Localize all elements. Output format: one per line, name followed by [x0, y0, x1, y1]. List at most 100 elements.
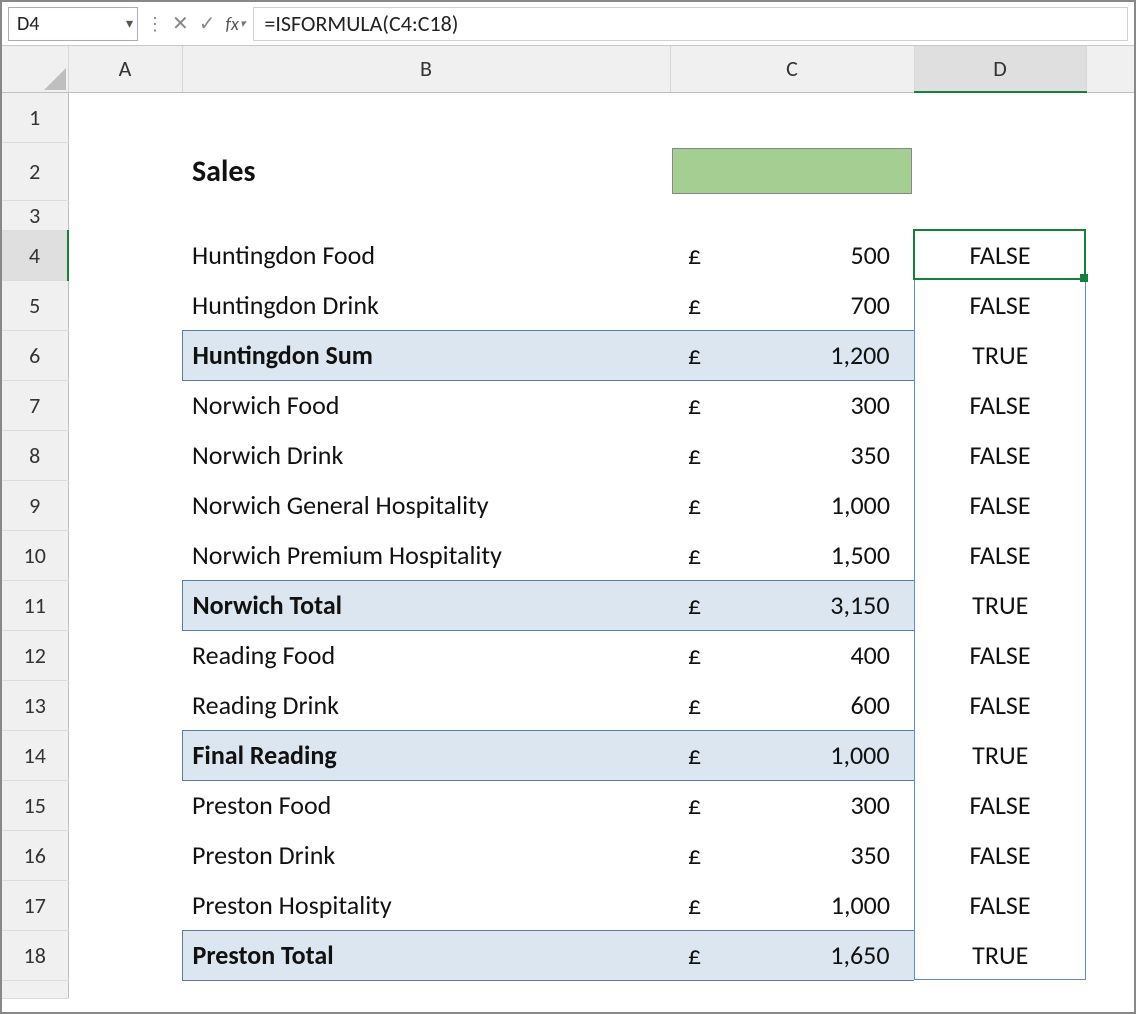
- row-header[interactable]: [2, 980, 68, 998]
- cell-c1[interactable]: [670, 92, 914, 142]
- cell-a4[interactable]: [68, 230, 182, 280]
- row-header[interactable]: 4: [2, 230, 68, 280]
- cell-b5[interactable]: Huntingdon Drink: [182, 280, 670, 330]
- cell-d9[interactable]: FALSE: [914, 480, 1086, 530]
- cell-a3[interactable]: [68, 200, 182, 230]
- cell-d15[interactable]: FALSE: [914, 780, 1086, 830]
- cell-c5[interactable]: £700: [670, 280, 914, 330]
- row-header[interactable]: 18: [2, 930, 68, 980]
- cell-c16[interactable]: £350: [670, 830, 914, 880]
- cell-a11[interactable]: [68, 580, 182, 630]
- cell-a1[interactable]: [68, 92, 182, 142]
- row-header[interactable]: 17: [2, 880, 68, 930]
- cell-d2[interactable]: [914, 142, 1086, 200]
- select-all-cell[interactable]: [2, 46, 68, 92]
- cell-a15[interactable]: [68, 780, 182, 830]
- row-header[interactable]: 13: [2, 680, 68, 730]
- cell-a8[interactable]: [68, 430, 182, 480]
- cell-a18[interactable]: [68, 930, 182, 980]
- cell-d13[interactable]: FALSE: [914, 680, 1086, 730]
- fx-icon[interactable]: fx▾: [224, 13, 248, 35]
- cell-c12[interactable]: £400: [670, 630, 914, 680]
- cell-b9[interactable]: Norwich General Hospitality: [182, 480, 670, 530]
- cell-b14[interactable]: Final Reading: [182, 730, 670, 780]
- cell-d7[interactable]: FALSE: [914, 380, 1086, 430]
- row-header[interactable]: 10: [2, 530, 68, 580]
- cell-b3[interactable]: [182, 200, 670, 230]
- row-header[interactable]: 2: [2, 142, 68, 200]
- row-header[interactable]: 12: [2, 630, 68, 680]
- row-header[interactable]: 1: [2, 92, 68, 142]
- cell-d14[interactable]: TRUE: [914, 730, 1086, 780]
- cell-b10[interactable]: Norwich Premium Hospitality: [182, 530, 670, 580]
- cell-a6[interactable]: [68, 330, 182, 380]
- cancel-icon[interactable]: ✕: [170, 11, 191, 36]
- row-header[interactable]: 9: [2, 480, 68, 530]
- cell-a13[interactable]: [68, 680, 182, 730]
- cell-d11[interactable]: TRUE: [914, 580, 1086, 630]
- row-header[interactable]: 11: [2, 580, 68, 630]
- cell-b2[interactable]: Sales: [182, 142, 670, 200]
- cell-d6[interactable]: TRUE: [914, 330, 1086, 380]
- cell-b16[interactable]: Preston Drink: [182, 830, 670, 880]
- cell-b1[interactable]: [182, 92, 670, 142]
- cell-c4[interactable]: £500: [670, 230, 914, 280]
- cell-a9[interactable]: [68, 480, 182, 530]
- resize-handle-icon[interactable]: ⋮: [144, 13, 164, 35]
- name-box[interactable]: D4 ▾: [8, 7, 138, 41]
- col-header-a[interactable]: A: [68, 46, 182, 92]
- cell-d1[interactable]: [914, 92, 1086, 142]
- row-header[interactable]: 7: [2, 380, 68, 430]
- cell-b13[interactable]: Reading Drink: [182, 680, 670, 730]
- cell-d4[interactable]: FALSE: [914, 230, 1086, 280]
- cell-b8[interactable]: Norwich Drink: [182, 430, 670, 480]
- cell-b7[interactable]: Norwich Food: [182, 380, 670, 430]
- cell-c13[interactable]: £600: [670, 680, 914, 730]
- cell-a14[interactable]: [68, 730, 182, 780]
- enter-icon[interactable]: ✓: [197, 11, 218, 36]
- cell-c9[interactable]: £1,000: [670, 480, 914, 530]
- cell-c17[interactable]: £1,000: [670, 880, 914, 930]
- cell-c18[interactable]: £1,650: [670, 930, 914, 980]
- row-header[interactable]: 16: [2, 830, 68, 880]
- cell-a12[interactable]: [68, 630, 182, 680]
- col-header-b[interactable]: B: [182, 46, 670, 92]
- cell-a10[interactable]: [68, 530, 182, 580]
- row-header[interactable]: 3: [2, 200, 68, 230]
- row-header[interactable]: 14: [2, 730, 68, 780]
- cell-d3[interactable]: [914, 200, 1086, 230]
- cell-d10[interactable]: FALSE: [914, 530, 1086, 580]
- cell-c15[interactable]: £300: [670, 780, 914, 830]
- row-header[interactable]: 8: [2, 430, 68, 480]
- cell-b15[interactable]: Preston Food: [182, 780, 670, 830]
- cell-d12[interactable]: FALSE: [914, 630, 1086, 680]
- formula-input[interactable]: =ISFORMULA(C4:C18): [253, 7, 1128, 41]
- cell-c8[interactable]: £350: [670, 430, 914, 480]
- cell-c3[interactable]: [670, 200, 914, 230]
- cell-a2[interactable]: [68, 142, 182, 200]
- cell-d5[interactable]: FALSE: [914, 280, 1086, 330]
- col-header-c[interactable]: C: [670, 46, 914, 92]
- cell-c10[interactable]: £1,500: [670, 530, 914, 580]
- cell-b11[interactable]: Norwich Total: [182, 580, 670, 630]
- cell-a5[interactable]: [68, 280, 182, 330]
- cell-b18[interactable]: Preston Total: [182, 930, 670, 980]
- cell-c7[interactable]: £300: [670, 380, 914, 430]
- row-header[interactable]: 5: [2, 280, 68, 330]
- cell-a17[interactable]: [68, 880, 182, 930]
- cell-d17[interactable]: FALSE: [914, 880, 1086, 930]
- cell-a7[interactable]: [68, 380, 182, 430]
- cell-b4[interactable]: Huntingdon Food: [182, 230, 670, 280]
- cell-c14[interactable]: £1,000: [670, 730, 914, 780]
- cell-d8[interactable]: FALSE: [914, 430, 1086, 480]
- cell-b17[interactable]: Preston Hospitality: [182, 880, 670, 930]
- col-header-d[interactable]: D: [914, 46, 1086, 92]
- cell-d16[interactable]: FALSE: [914, 830, 1086, 880]
- cell-b6[interactable]: Huntingdon Sum: [182, 330, 670, 380]
- cell-b12[interactable]: Reading Food: [182, 630, 670, 680]
- cell-c6[interactable]: £1,200: [670, 330, 914, 380]
- chevron-down-icon[interactable]: ▾: [126, 15, 133, 32]
- cell-d18[interactable]: TRUE: [914, 930, 1086, 980]
- cell-c11[interactable]: £3,150: [670, 580, 914, 630]
- row-header[interactable]: 6: [2, 330, 68, 380]
